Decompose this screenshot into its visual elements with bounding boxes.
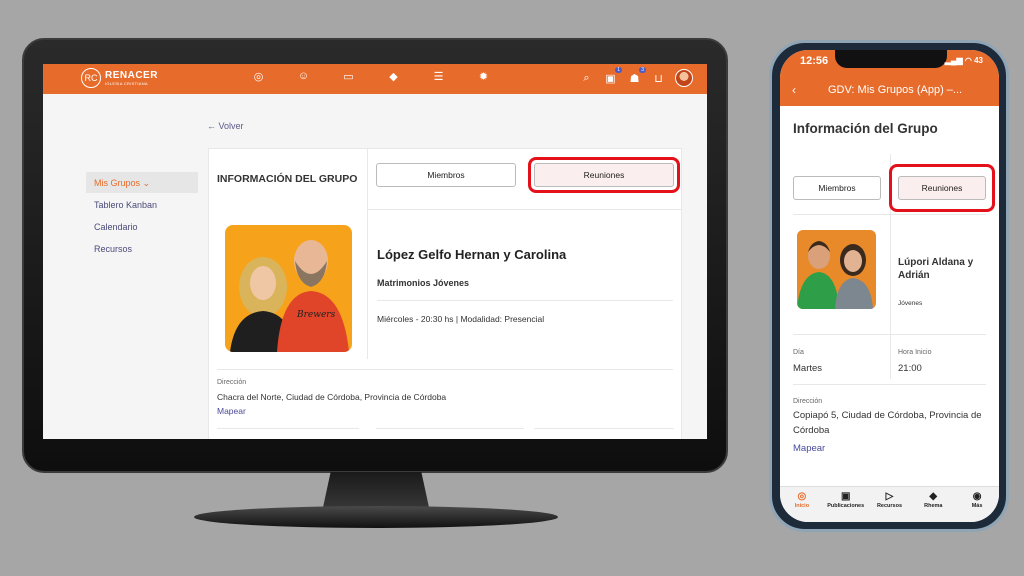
tab-publicaciones[interactable]: ▣ Publicaciones [826,490,866,522]
chat-badge: 3 [639,66,646,73]
status-time: 12:56 [800,55,829,67]
tab-inicio[interactable]: ◎ Inicio [782,490,822,522]
divider [377,300,673,301]
divider [376,428,524,438]
divider [793,334,986,335]
map-link[interactable]: Mapear [217,406,246,416]
start-time-value: 21:00 [898,363,922,374]
svg-text:Brewers: Brewers [296,310,336,320]
inbox-badge: 1 [615,66,622,73]
tab-rhema[interactable]: ◆ Rhema [913,490,953,522]
divider [217,369,673,370]
tab-recursos[interactable]: ▷ Recursos [869,490,909,522]
leaders-photo: Brewers [225,225,352,352]
desktop-screen: RC RENACER IGLESIA CRISTIANA ◎ ☺ ▭ ◆ ☰ ✹… [43,64,707,439]
divider [793,214,986,215]
sidebar-item-calendario[interactable]: Calendario [86,216,198,237]
app-bar-title: GDV: Mis Grupos (App) –... [828,84,963,96]
home-icon: ◎ [797,491,807,502]
back-link[interactable]: ← Volver [207,121,244,131]
day-label: Día [793,349,804,356]
tab-label: Inicio [794,503,810,509]
meetings-button[interactable]: Reuniones [534,163,674,187]
page-title: Información del Grupo [793,121,938,136]
chat-button[interactable]: ☗ 3 [627,66,646,85]
main-nav: ◎ ☺ ▭ ◆ ☰ ✹ [251,70,491,83]
divider [793,384,986,385]
divider [367,209,681,210]
status-bar: 12:56 ▂▄▆ ◠ 43 [780,50,999,74]
monitor-base [194,506,558,528]
sidebar: Mis Grupos ⌄ Tablero Kanban Calendario R… [86,172,198,260]
page-title: INFORMACIÓN DEL GRUPO [217,173,358,185]
leaders-photo [797,230,876,309]
top-navbar: RC RENACER IGLESIA CRISTIANA ◎ ☺ ▭ ◆ ☰ ✹… [43,64,707,94]
more-icon: ◉ [972,491,982,502]
logo-subtitle: IGLESIA CRISTIANA [105,80,148,86]
home-icon[interactable]: ◎ [251,70,266,83]
group-leaders: Lúpori Aldana y Adrián [898,257,974,281]
back-arrow-icon[interactable]: ‹ [792,83,796,97]
members-button[interactable]: Miembros [376,163,516,187]
tab-mas[interactable]: ◉ Más [957,490,997,522]
phone-notch [835,50,947,68]
play-icon: ▷ [885,491,894,502]
logo-mark-icon: RC [81,68,101,88]
tab-label: Más [971,503,983,509]
day-value: Martes [793,363,823,374]
graduation-cap-icon[interactable]: ◆ [386,70,401,83]
address-label: Dirección [217,379,247,386]
map-link[interactable]: Mapear [793,443,825,454]
menu-icon[interactable]: ☰ [431,70,446,83]
group-name: Matrimonios Jóvenes [377,278,470,288]
address-value: Chacra del Norte, Ciudad de Córdoba, Pro… [217,392,447,402]
meetings-button[interactable]: Reuniones [898,176,986,200]
group-info-card: Información del Grupo Miembros Reuniones… [780,106,999,486]
cart-icon[interactable]: ⊔ [651,72,666,85]
tab-label: Rhema [924,503,943,509]
members-button[interactable]: Miembros [793,176,881,200]
renacer-logo[interactable]: RC RENACER IGLESIA CRISTIANA [81,68,158,88]
tab-label: Publicaciones [827,503,865,509]
bottom-tab-bar: ◎ Inicio ▣ Publicaciones ▷ Recursos ◆ Rhema … [780,486,999,522]
status-icons: ▂▄▆ ◠ 43 [944,56,983,65]
inbox-button[interactable]: ▣ 1 [603,66,622,85]
group-name: Jóvenes [898,300,923,307]
address-value: Copiapó 5, Ciudad de Córdoba, Provincia … [793,410,982,436]
divider [367,149,368,359]
posts-icon: ▣ [840,491,851,502]
divider [534,428,674,438]
phone-screen: 12:56 ▂▄▆ ◠ 43 ‹ GDV: Mis Grupos (App) –… [780,50,999,522]
logo-name: RENACER [105,69,158,81]
app-bar: ‹ GDV: Mis Grupos (App) –... [780,74,999,106]
start-time-label: Hora Inicio [898,349,932,356]
group-info-card: INFORMACIÓN DEL GRUPO Miembros Reuniones… [208,148,682,439]
tab-label: Recursos [876,503,903,509]
chat-icon: ☗ [629,72,640,85]
address-label: Dirección [793,398,823,405]
groups-icon[interactable]: ☺ [296,70,311,83]
header-actions: ⌕ ▣ 1 ☗ 3 ⊔ [579,66,693,87]
inbox-icon: ▣ [605,72,616,85]
avatar[interactable] [675,69,693,87]
gear-icon[interactable]: ✹ [476,70,491,83]
group-schedule: Miércoles - 20:30 hs | Modalidad: Presen… [377,314,545,324]
video-icon[interactable]: ▭ [341,70,356,83]
divider [217,428,359,438]
group-leaders: López Gelfo Hernan y Carolina [377,247,567,262]
search-icon[interactable]: ⌕ [579,72,594,85]
sidebar-item-mis-grupos[interactable]: Mis Grupos ⌄ [86,172,198,193]
graduation-cap-icon: ◆ [929,491,938,502]
sidebar-item-recursos[interactable]: Recursos [86,238,198,259]
sidebar-item-tablero-kanban[interactable]: Tablero Kanban [86,194,198,215]
